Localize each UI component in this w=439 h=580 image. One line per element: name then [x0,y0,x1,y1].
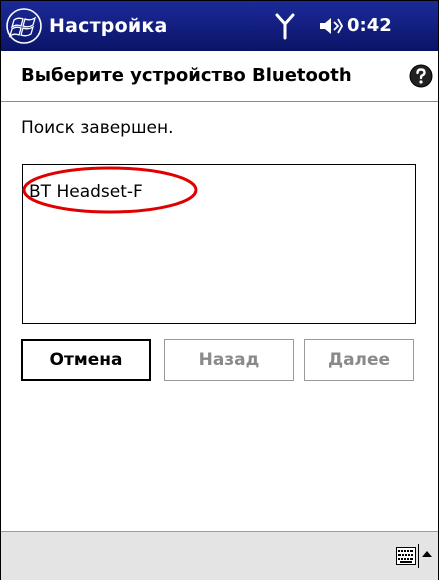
app-title: Настройка [49,15,168,37]
list-item-device[interactable]: BT Headset-F [29,181,143,203]
pocketpc-window: Настройка 0:42 Выберите устройство Bluet… [0,0,439,580]
clock[interactable]: 0:42 [347,13,392,39]
device-list[interactable]: BT Headset-F [22,164,416,324]
volume-icon[interactable] [318,15,344,37]
cancel-button[interactable]: Отмена [21,339,151,381]
page-header: Выберите устройство Bluetooth [1,51,438,102]
search-status-text: Поиск завершен. [21,118,174,138]
antenna-icon[interactable] [274,12,296,40]
start-menu-button[interactable] [2,4,46,48]
help-icon[interactable] [409,64,433,88]
page-title: Выберите устройство Bluetooth [21,65,352,86]
arrow-up-icon[interactable] [422,550,432,558]
back-button[interactable]: Назад [164,339,294,381]
windows-start-icon [6,8,42,44]
menu-bar [1,531,438,580]
sip-divider [418,544,419,568]
next-button[interactable]: Далее [304,339,414,381]
keyboard-icon[interactable] [396,547,416,565]
title-bar: Настройка 0:42 [1,1,438,51]
